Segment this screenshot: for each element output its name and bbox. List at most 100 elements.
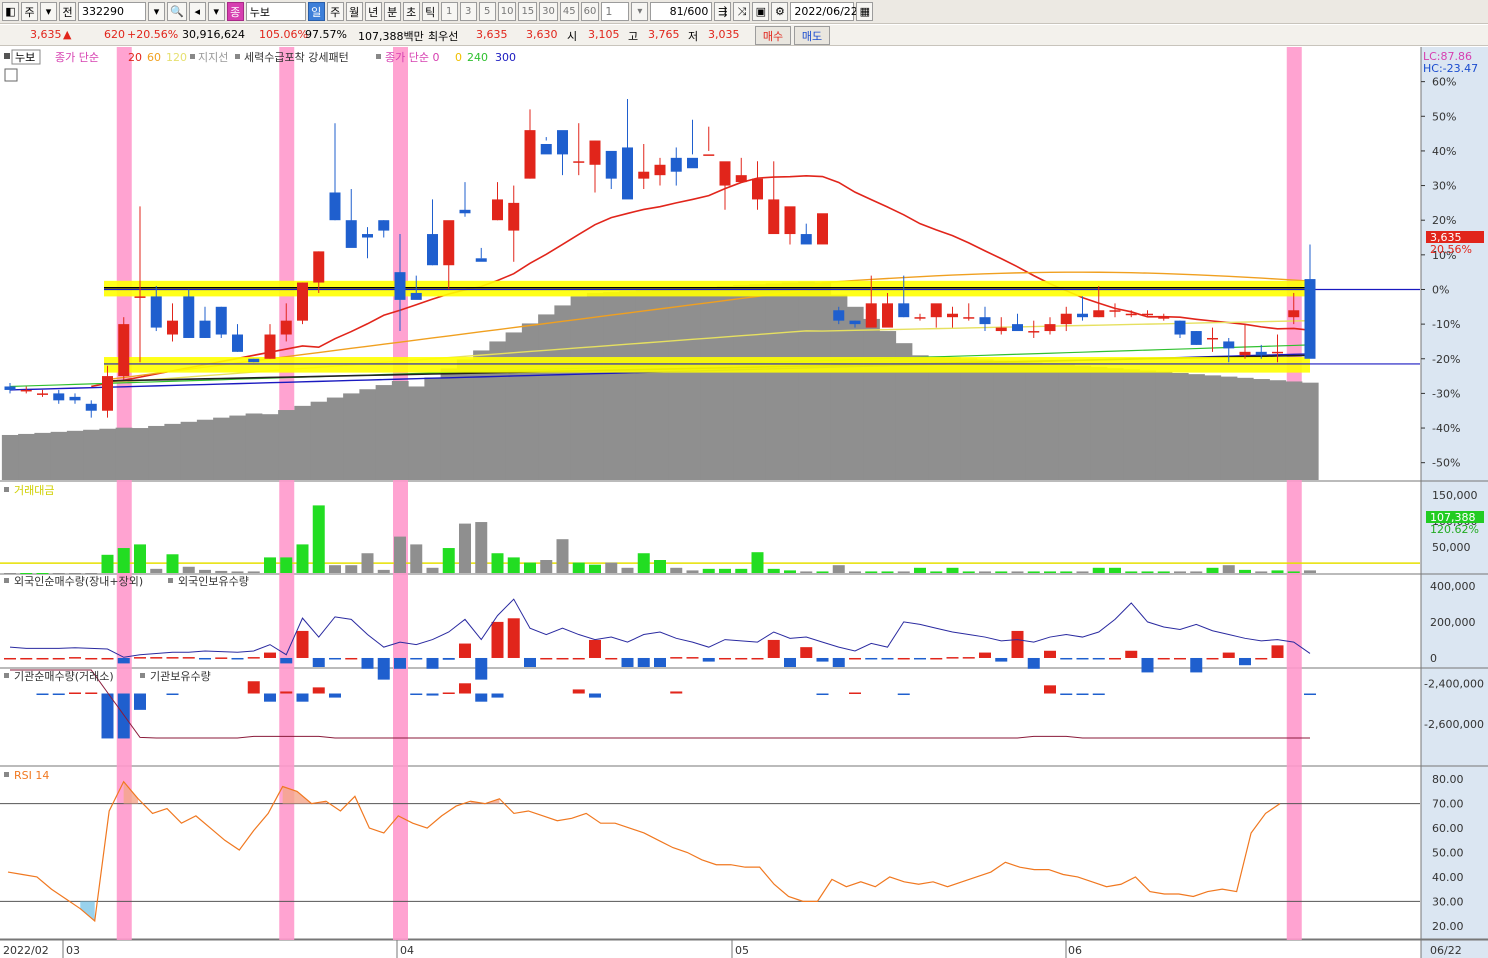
date-input[interactable]: 2022/06/22	[790, 2, 858, 21]
inst-bar	[849, 692, 861, 694]
search-icon[interactable]: 🔍	[167, 2, 187, 21]
interval-3[interactable]: 3	[459, 2, 477, 21]
volume-profile-step	[50, 431, 68, 480]
candle-body	[1304, 279, 1316, 359]
interval-10[interactable]: 10	[497, 2, 517, 21]
foreign-bar	[881, 657, 894, 660]
interval-dropdown-icon[interactable]: ▾	[631, 2, 649, 21]
volume-profile-step	[619, 291, 637, 480]
speaker-dropdown-icon[interactable]: ▾	[207, 2, 225, 21]
candle-body	[622, 147, 633, 200]
stock-code-input[interactable]: 332290	[78, 2, 146, 21]
code-dropdown-icon[interactable]: ▾	[148, 2, 165, 21]
candle-body	[232, 334, 243, 352]
amount-bar	[686, 570, 699, 573]
sell-button[interactable]: 매도	[794, 26, 830, 45]
foreign-bar	[410, 657, 423, 660]
prev-button[interactable]: 전	[59, 2, 76, 21]
candle-body	[947, 313, 958, 318]
legend-bullet-icon	[4, 578, 9, 583]
amount-bar	[1157, 571, 1170, 573]
foreign-bar	[1125, 650, 1138, 658]
candle-body	[670, 157, 682, 172]
interval-5[interactable]: 5	[478, 2, 496, 21]
candle-body	[150, 296, 162, 328]
interval-60[interactable]: 60	[580, 2, 600, 21]
high-label: 고	[628, 30, 639, 43]
candle-body	[508, 202, 520, 231]
market-dropdown-icon[interactable]: ▾	[40, 2, 57, 21]
foreign-bar	[800, 647, 813, 658]
period-day[interactable]: 일	[307, 2, 325, 21]
volume-profile-step	[1188, 374, 1205, 480]
save-icon[interactable]: ▣	[752, 2, 770, 21]
amount-bar	[459, 523, 471, 573]
volume-profile-step	[749, 284, 767, 480]
amount-bar	[1011, 571, 1024, 573]
interval-15[interactable]: 15	[518, 2, 538, 21]
period-tick[interactable]: 틱	[421, 2, 439, 21]
date-label-start: 2022/02	[3, 944, 49, 957]
foreign-bar	[686, 657, 699, 659]
interval-30[interactable]: 30	[539, 2, 558, 21]
chart-tool-icon[interactable]: ⇶	[714, 2, 732, 21]
volume-profile-step	[115, 427, 133, 480]
legend-ma20: 20	[128, 51, 142, 64]
amount-bar	[605, 562, 618, 573]
candle-body	[427, 234, 438, 266]
amount-bar	[1271, 570, 1284, 573]
interval-45[interactable]: 45	[559, 2, 579, 21]
foreign-bar	[442, 657, 455, 660]
count-input[interactable]: 81/600	[650, 2, 713, 21]
gear-icon[interactable]: ⚙	[771, 2, 789, 21]
window-menu-icon[interactable]: ◧	[2, 2, 19, 21]
price-tick-label: 60%	[1432, 76, 1456, 89]
compare-icon[interactable]: ⤨	[733, 2, 751, 21]
volume-profile-step	[814, 282, 832, 480]
period-month[interactable]: 월	[345, 2, 363, 21]
price-tick-label: 0%	[1432, 283, 1449, 296]
foreign-bar	[1027, 657, 1040, 669]
foreign-tick-label: 0	[1430, 652, 1437, 665]
amount-bar	[670, 567, 683, 573]
chart-grid	[62, 940, 1067, 958]
candle-body	[102, 376, 113, 411]
interval-1[interactable]: 1	[440, 2, 458, 21]
foreign-tick-label: 400,000	[1430, 580, 1476, 593]
candle-body	[280, 320, 292, 335]
period-week[interactable]: 주	[326, 2, 344, 21]
candle-body	[1044, 324, 1056, 332]
stock-name-field[interactable]: 누보	[245, 2, 306, 21]
buy-button[interactable]: 매수	[755, 26, 791, 45]
candle-body	[752, 178, 763, 200]
grid-toggle-icon[interactable]	[4, 68, 18, 82]
volume-profile-step	[310, 401, 328, 480]
speaker-icon[interactable]: ◂	[188, 2, 206, 21]
candle-body	[297, 282, 308, 321]
calendar-icon[interactable]: ▦	[856, 2, 874, 21]
foreign-bar	[1239, 657, 1251, 666]
foreign-bar	[654, 657, 666, 667]
legend-bullet-icon	[4, 53, 10, 59]
lower-band	[104, 357, 1310, 373]
date-label-05: 05	[735, 944, 749, 957]
period-minute[interactable]: 분	[383, 2, 401, 21]
candle-body	[1028, 331, 1040, 333]
foreign-bar	[849, 657, 861, 660]
foreign-bar	[735, 657, 748, 660]
candle-body	[687, 157, 698, 169]
price-change: 620	[104, 28, 125, 41]
market-button[interactable]: 주	[21, 2, 38, 21]
rsi-tick-label: 60.00	[1432, 822, 1464, 835]
period-year[interactable]: 년	[364, 2, 382, 21]
period-second[interactable]: 초	[402, 2, 420, 21]
amount-bar	[85, 573, 98, 574]
candle-body	[53, 393, 65, 401]
custom-interval-input[interactable]: 1	[601, 2, 630, 21]
legend-bullet-icon	[4, 673, 9, 678]
volume-profile-step	[294, 405, 312, 480]
foreign-bar	[166, 657, 179, 659]
stock-chart[interactable]: 60%50%40%30%20%10%0%-10%-20%-30%-40%-50%…	[0, 47, 1488, 958]
current-price: 3,635	[30, 28, 62, 41]
inst-bar	[459, 683, 471, 694]
